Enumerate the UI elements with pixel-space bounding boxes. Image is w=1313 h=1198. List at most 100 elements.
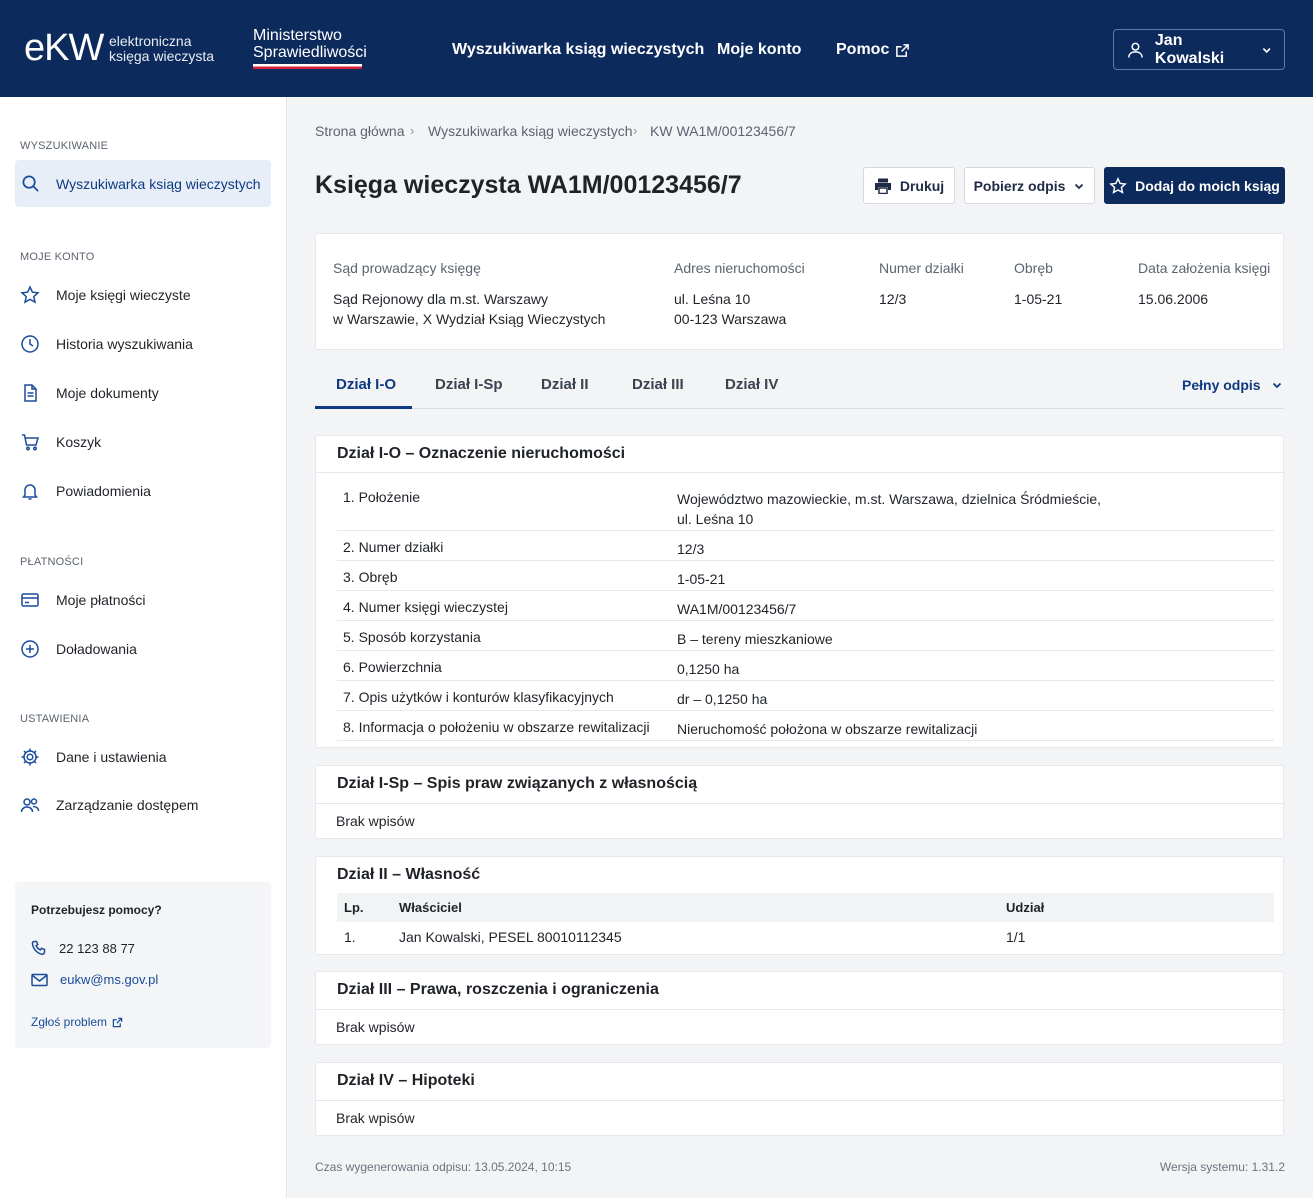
divider [316,472,1283,473]
row-value: B – tereny mieszkaniowe [677,631,833,647]
download-copy-button[interactable]: Pobierz odpis [964,167,1095,204]
nav-help[interactable]: Pomoc [836,40,910,60]
sidebar-item-search[interactable]: Wyszukiwarka ksiąg wieczystych [15,160,271,207]
sidebar-item-label: Koszyk [56,433,102,450]
sidebar-item-topups[interactable]: Doładowania [15,625,271,672]
tab-dzial-isp[interactable]: Dział I-Sp [435,376,503,393]
section-ii-title: Dział II – Własność [337,866,481,883]
logo-sub-line-2: księga wieczysta [109,48,215,64]
sidebar-item-cart[interactable]: Koszyk [15,418,271,465]
tab-dzial-iv[interactable]: Dział IV [725,376,778,393]
sidebar-item-history[interactable]: Historia wyszukiwania [15,320,271,367]
user-menu-button[interactable]: Jan Kowalski [1113,29,1285,70]
sidebar-item-label: Powiadomienia [56,482,151,499]
phone-icon [31,940,46,956]
row-value: 1-05-21 [677,571,726,587]
ekw-logo-subtitle: elektroniczna księga wieczysta [109,34,214,64]
sidebar-item-access[interactable]: Zarządzanie dostępem [15,781,271,828]
users-icon [20,795,40,815]
full-copy-label: Pełny odpis [1182,377,1261,393]
section-dzial-io: Dział I-O – Oznaczenie nieruchomości 1. … [315,435,1284,748]
section-dzial-iv: Dział IV – Hipoteki Brak wpisów [315,1062,1284,1136]
cell-lp: 1. [344,929,356,945]
sidebar-item-payments[interactable]: Moje płatności [15,576,271,623]
breadcrumb-home[interactable]: Strona główna [315,123,405,139]
add-to-my-books-button[interactable]: Dodaj do moich ksiąg [1104,167,1285,204]
print-button[interactable]: Drukuj [863,167,955,204]
row-key: 5. Sposób korzystania [343,629,481,645]
table-row: 2. Numer działki 12/3 [337,531,1274,561]
nav-search[interactable]: Wyszukiwarka ksiąg wieczystych [452,40,704,60]
external-link-icon [112,1017,123,1027]
sidebar: WYSZUKIWANIE Wyszukiwarka ksiąg wieczyst… [0,97,287,1198]
sidebar-section-search: WYSZUKIWANIE [20,140,109,152]
row-key: 7. Opis użytków i konturów klasyfikacyjn… [343,689,614,705]
row-value: 12/3 [677,541,705,557]
ekw-logo[interactable]: eKW [24,26,104,70]
sidebar-item-label: Moje płatności [56,591,146,608]
table-row: 8. Informacja o położeniu w obszarze rew… [337,711,1274,741]
sidebar-item-notifications[interactable]: Powiadomienia [15,467,271,514]
ministry-logo[interactable]: Ministerstwo Sprawiedliwości [253,27,367,69]
nav-account[interactable]: Moje konto [717,40,801,60]
precinct-label: Obręb [1014,260,1053,276]
external-link-icon [896,43,910,57]
divider [316,1100,1283,1101]
book-info-card: Sąd prowadzący księgę Sąd Rejonowy dla m… [315,233,1284,350]
flag-stripe [253,64,362,69]
table-row: 6. Powierzchnia 0,1250 ha [337,651,1274,681]
address-label: Adres nieruchomości [674,260,805,276]
download-button-label: Pobierz odpis [973,177,1066,194]
section-iii-title: Dział III – Prawa, roszczenia i ogranicz… [337,981,659,998]
date-value: 15.06.2006 [1138,291,1209,307]
document-icon [20,383,40,403]
sidebar-item-label: Dane i ustawienia [56,748,167,765]
full-copy-dropdown[interactable]: Pełny odpis [1182,377,1283,393]
sidebar-item-label: Doładowania [56,640,137,657]
help-email[interactable]: eukw@ms.gov.pl [31,972,158,987]
tab-dzial-ii[interactable]: Dział II [541,376,589,393]
row-key: 6. Powierzchnia [343,659,442,675]
court-line-1: Sąd Rejonowy dla m.st. Warszawy [333,291,548,307]
table-row: 3. Obręb 1-05-21 [337,561,1274,591]
section-dzial-ii: Dział II – Własność Lp. Właściciel Udzia… [315,856,1284,955]
cell-owner: Jan Kowalski, PESEL 80010112345 [399,929,622,945]
tab-dzial-iii[interactable]: Dział III [632,376,684,393]
report-problem-label: Zgłoś problem [31,1015,108,1029]
help-email-address: eukw@ms.gov.pl [60,972,159,987]
table-row: 7. Opis użytków i konturów klasyfikacyjn… [337,681,1274,711]
table-row: 1. Jan Kowalski, PESEL 80010112345 1/1 [337,922,1274,956]
sidebar-item-label: Moje dokumenty [56,384,159,401]
row-key: 1. Położenie [343,489,421,505]
empty-state: Brak wpisów [336,1110,415,1126]
sidebar-item-settings[interactable]: Dane i ustawienia [15,733,271,780]
logo-sub-line-1: elektroniczna [109,33,192,49]
card-icon [20,590,40,610]
section-dzial-isp: Dział I-Sp – Spis praw związanych z włas… [315,765,1284,839]
row-value: 0,1250 ha [677,661,740,677]
tab-dzial-io[interactable]: Dział I-O [336,376,396,393]
generated-time: Czas wygenerowania odpisu: 13.05.2024, 1… [315,1160,572,1174]
sidebar-item-label: Wyszukiwarka ksiąg wieczystych [56,175,261,192]
ministry-line-1: Ministerstwo [253,27,342,44]
sidebar-item-my-books[interactable]: Moje księgi wieczyste [15,271,271,318]
row-value: WA1M/00123456/7 [677,601,797,617]
sidebar-section-payments: PŁATNOŚCI [20,556,84,568]
help-box: Potrzebujesz pomocy? 22 123 88 77 eukw@m… [15,882,271,1048]
search-icon [20,174,40,194]
plot-label: Numer działki [879,260,964,276]
breadcrumb-search[interactable]: Wyszukiwarka ksiąg wieczystych [428,123,632,139]
divider [316,803,1283,804]
help-phone[interactable]: 22 123 88 77 [31,940,135,956]
sidebar-item-label: Historia wyszukiwania [56,335,193,352]
row-key: 8. Informacja o położeniu w obszarze rew… [343,719,650,735]
user-name: Jan Kowalski [1154,31,1225,67]
address-line-1: ul. Leśna 10 [674,291,751,307]
mail-icon [31,973,48,986]
row-key: 4. Numer księgi wieczystej [343,599,508,615]
sidebar-item-documents[interactable]: Moje dokumenty [15,369,271,416]
printer-icon [874,178,891,194]
report-problem-link[interactable]: Zgłoś problem [31,1015,123,1029]
col-lp: Lp. [344,900,364,915]
chevron-down-icon [1075,183,1084,189]
